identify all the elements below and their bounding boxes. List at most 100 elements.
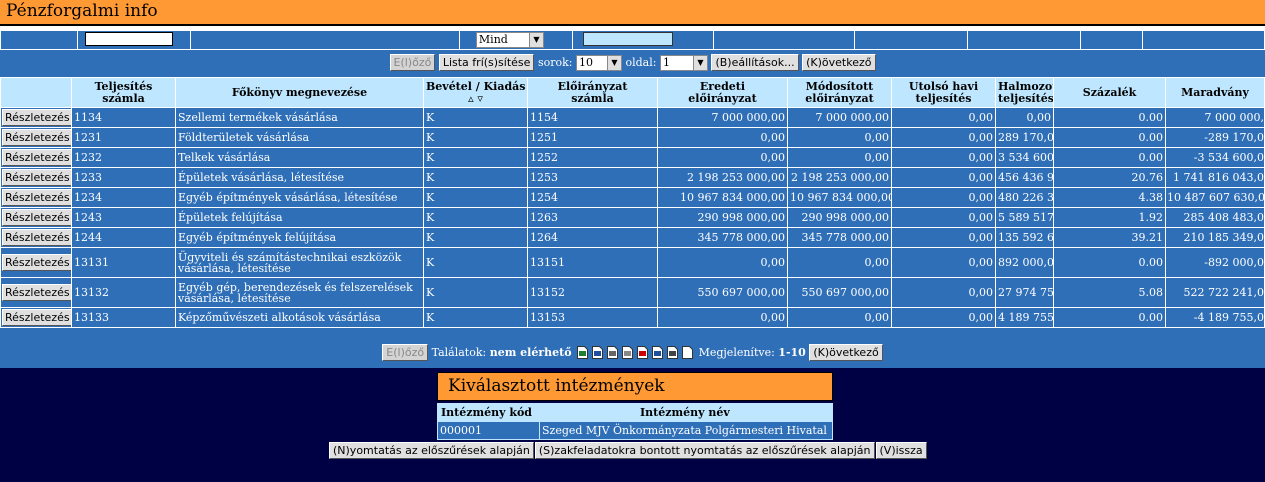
cell-halmozott: 480 226 370,00 (995, 187, 1054, 208)
cell-szazalek: 0.00 (1053, 107, 1166, 128)
bevetel-kiadas-select[interactable]: Mind ▼ (475, 32, 544, 48)
cell-eredeti: 0,00 (657, 147, 788, 168)
page-title-bar: Pénzforgalmi info (0, 0, 1265, 26)
header-eloiranyzat-szamla[interactable]: Előirányzat számla (527, 77, 658, 108)
print-button[interactable]: (N)yomtatás az előszűrések alapján (329, 442, 534, 459)
detail-cell: Részletezés (0, 107, 72, 128)
cell-bevetel-kiadas: K (423, 247, 528, 278)
header-eredeti[interactable]: Eredeti előirányzat (657, 77, 788, 108)
detail-button[interactable]: Részletezés (2, 309, 71, 326)
detail-button[interactable]: Részletezés (2, 209, 71, 226)
filter-szamla-input[interactable] (85, 31, 174, 46)
detail-button[interactable]: Részletezés (2, 149, 71, 166)
header-fokonyv[interactable]: Főkönyv megnevezése (175, 77, 424, 108)
detail-cell: Részletezés (0, 247, 72, 278)
filter-cell (1142, 30, 1265, 50)
header-text: előirányzat (688, 91, 757, 105)
next-button[interactable]: (K)övetkező (802, 54, 876, 71)
detail-button[interactable]: Részletezés (2, 169, 71, 186)
settings-button[interactable]: (B)eállítások... (711, 54, 799, 71)
cell-teljesites-szamla: 1244 (71, 227, 176, 248)
cell-teljesites-szamla: 13131 (71, 247, 176, 278)
detail-button[interactable]: Részletezés (2, 229, 71, 246)
cell-teljesites-szamla: 1232 (71, 147, 176, 168)
cell-maradvany: 1 741 816 043,0 (1165, 167, 1265, 188)
header-modositott[interactable]: Módosított előirányzat (787, 77, 892, 108)
table-row: Részletezés 1243 Épületek felújítása K 1263 2… (0, 207, 1265, 228)
rows-select[interactable]: 10 ▼ (575, 54, 622, 71)
bevetel-kiadas-value: Mind (478, 33, 508, 46)
filter-cell (712, 30, 855, 50)
sort-arrows-icon[interactable]: ▵ ▿ (468, 92, 483, 105)
page-select[interactable]: 1 ▼ (659, 54, 708, 71)
chevron-down-icon: ▼ (528, 33, 543, 47)
cell-bevetel-kiadas: K (423, 227, 528, 248)
cell-utolso-havi: 0,00 (891, 187, 996, 208)
header-halmozott[interactable]: Halmozottteljesítés (995, 77, 1054, 108)
cell-modositott: 0,00 (787, 127, 892, 148)
cell-eredeti: 0,00 (657, 127, 788, 148)
prev-button[interactable]: E(l)őző (389, 54, 436, 71)
filter-eloiranyzat-input[interactable] (582, 31, 673, 46)
cell-eloiranyzat-szamla: 13152 (527, 277, 658, 308)
blank-page-icon[interactable] (682, 346, 694, 360)
table-row: Részletezés 1244 Egyéb építmények felújítá… (0, 227, 1265, 248)
header-utolso-havi[interactable]: Utolsó havi teljesítés (891, 77, 996, 108)
csv-icon[interactable] (622, 346, 634, 360)
header-teljesites-szamla[interactable]: Teljesítés számla (71, 77, 176, 108)
fokonyv-text: Egyéb építmények felújítása (178, 231, 337, 244)
pdf-icon[interactable] (637, 346, 649, 360)
back-button[interactable]: (V)issza (875, 442, 927, 459)
detail-button[interactable]: Részletezés (2, 284, 71, 301)
cell-eloiranyzat-szamla: 1264 (527, 227, 658, 248)
word-icon[interactable] (592, 346, 604, 360)
prev-button[interactable]: E(l)őző (382, 344, 429, 361)
cell-eredeti: 7 000 000,00 (657, 107, 788, 128)
text-icon[interactable] (607, 346, 619, 360)
cell-szazalek: 1.92 (1053, 207, 1166, 228)
print-split-button[interactable]: (S)zakfeladatokra bontott nyomtatás az e… (534, 442, 875, 459)
detail-cell: Részletezés (0, 127, 72, 148)
table-row: Részletezés 1231 Földterületek vásárlása K 1… (0, 127, 1265, 148)
filter-cell (189, 30, 460, 50)
action-buttons: (N)yomtatás az előszűrések alapján (S)zak… (329, 442, 928, 459)
header-maradvany[interactable]: Maradvány (1165, 77, 1265, 108)
cell-halmozott: 5 589 517,00 (995, 207, 1054, 228)
chevron-down-icon: ▼ (606, 55, 621, 70)
table-row: Részletezés 1233 Épületek vásárlása, létes… (0, 167, 1265, 188)
cell-teljesites-szamla: 1134 (71, 107, 176, 128)
header-cell (0, 77, 72, 108)
table-row[interactable]: 000001 Szeged MJV Önkormányzata Polgárme… (437, 421, 833, 440)
table-row: Részletezés 13131 Ügyviteli és számítástec… (0, 247, 1265, 278)
filter-cell (0, 30, 79, 50)
detail-button[interactable]: Részletezés (2, 129, 71, 146)
main-panel: Mind ▼ E(l)őző Lista frí(s)sítése sorok: … (0, 30, 1265, 368)
cell-teljesites-szamla: 1231 (71, 127, 176, 148)
print-icon[interactable] (667, 346, 679, 360)
header-text: Maradvány (1181, 85, 1249, 99)
refresh-icon[interactable] (652, 346, 664, 360)
institutions-table: Intézmény kód Intézmény név 000001 Szege… (437, 403, 833, 440)
filter-cell (853, 30, 968, 50)
cell-fokonyv: Épületek felújítása (175, 207, 424, 228)
filter-cell (966, 30, 1081, 50)
cell-teljesites-szamla: 1234 (71, 187, 176, 208)
cell-fokonyv: Szellemi termékek vásárlása (175, 107, 424, 128)
cell-modositott: 0,00 (787, 247, 892, 278)
cell-utolso-havi: 0,00 (891, 167, 996, 188)
results-label: Találatok: (431, 346, 487, 359)
fokonyv-text: vásárlása, létesítése (178, 261, 291, 275)
detail-button[interactable]: Részletezés (2, 189, 71, 206)
next-button[interactable]: (K)övetkező (809, 344, 883, 361)
header-szazalek[interactable]: Százalék (1053, 77, 1166, 108)
cell-utolso-havi: 0,00 (891, 247, 996, 278)
refresh-list-button[interactable]: Lista frí(s)sítése (438, 54, 535, 71)
excel-icon[interactable] (577, 346, 589, 360)
cell-modositott: 345 778 000,00 (787, 227, 892, 248)
results-value: nem elérhető (489, 346, 572, 359)
detail-button[interactable]: Részletezés (2, 109, 71, 126)
detail-button[interactable]: Részletezés (2, 254, 71, 271)
rows-label: sorok: (537, 56, 573, 69)
header-bevetel-kiadas[interactable]: Bevétel / Kiadás ▵ ▿ (423, 77, 528, 108)
cell-eredeti: 2 198 253 000,00 (657, 167, 788, 188)
